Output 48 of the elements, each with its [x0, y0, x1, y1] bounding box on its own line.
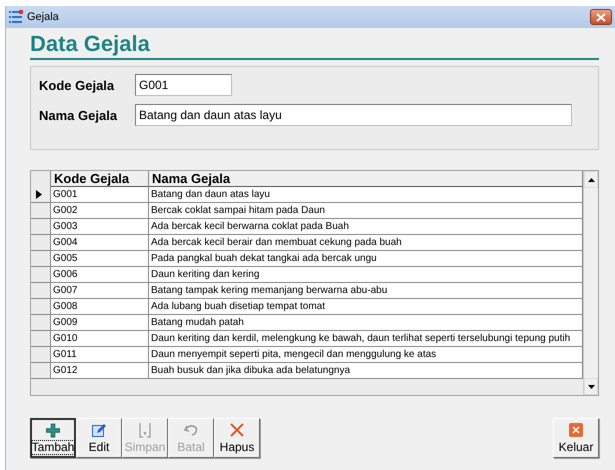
undo-icon [183, 422, 199, 438]
scroll-down-icon[interactable] [584, 378, 598, 395]
table-cell: G004 [51, 235, 149, 251]
exit-button[interactable]: Keluar [553, 418, 599, 458]
edit-button[interactable]: Edit [76, 418, 122, 458]
table-cell: Pada pangkal buah dekat tangkai ada bercak ungu [149, 251, 583, 267]
input-field[interactable]: G001 [135, 74, 232, 96]
table-cell: G003 [51, 219, 149, 235]
delete-icon [229, 422, 245, 438]
column-header[interactable]: Nama Gejala [149, 171, 583, 188]
scrollbar[interactable] [583, 171, 598, 395]
table-cell: Ada bercak kecil berair dan membuat cekung pada buah [149, 235, 583, 251]
table-cell: G002 [51, 203, 149, 219]
table-cell: G009 [51, 315, 149, 331]
scroll-up-icon[interactable] [584, 171, 598, 188]
edit-icon [91, 422, 107, 438]
table-cell: Batang dan daun atas layu [149, 187, 583, 203]
table-cell: Batang tampak kering memanjang berwarna abu-abu [149, 283, 583, 299]
table-cell: Daun keriting dan kering [149, 267, 583, 283]
exit-icon [568, 422, 584, 438]
window-title: Gejala [27, 11, 60, 23]
column-header[interactable]: Kode Gejala [51, 171, 149, 188]
field-label: Kode Gejala [39, 78, 116, 92]
row-pointer-icon [36, 190, 42, 199]
table-cell: Bercak coklat sampai hitam pada Daun [149, 203, 583, 219]
close-icon[interactable] [590, 9, 612, 25]
row-header[interactable] [31, 187, 51, 203]
table-cell: Daun menyempit seperti pita, mengecil dan menggulung ke atas [149, 347, 583, 363]
page-heading: Data Gejala [30, 31, 599, 60]
table-cell: Ada lubang buah disetiap tempat tomat [149, 299, 583, 315]
table-cell: G001 [51, 187, 149, 203]
table-cell: G012 [51, 363, 149, 379]
plus-icon [45, 423, 61, 438]
table-cell: Ada bercak kecil berwarna coklat pada Buah [149, 219, 583, 235]
table-cell: G011 [51, 347, 149, 363]
input-field[interactable]: Batang dan daun atas layu [135, 104, 572, 126]
table-cell: Buah busuk dan jika dibuka ada belatungnya [149, 363, 583, 379]
table-cell: G005 [51, 251, 149, 267]
table-cell: G010 [51, 331, 149, 347]
table-cell: G006 [51, 267, 149, 283]
table-cell: G008 [51, 299, 149, 315]
table-cell: Batang mudah patah [149, 315, 583, 331]
save-icon [137, 422, 153, 438]
table-cell: Daun keriting dan kerdil, melengkung ke bawah, daun terlihat seperti terselubungi tepung putih [149, 331, 583, 347]
delete-button[interactable]: Hapus [214, 418, 260, 458]
field-label: Nama Gejala [39, 108, 118, 122]
list-icon [9, 10, 23, 24]
table-cell: G007 [51, 283, 149, 299]
